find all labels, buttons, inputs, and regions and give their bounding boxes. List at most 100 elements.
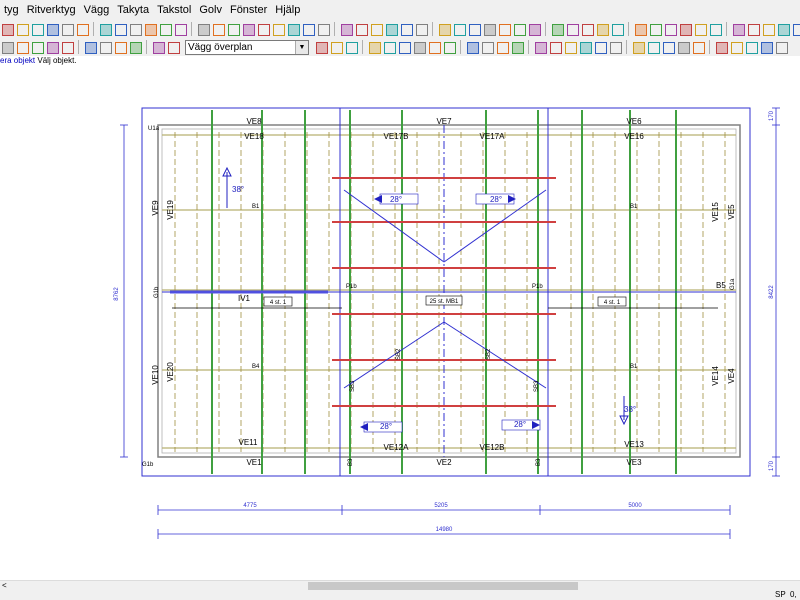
toolbar-button-148[interactable] [774,40,788,54]
toolbar-button-110[interactable] [166,40,180,54]
toolbar-button-128[interactable] [442,40,456,54]
toolbar-button-10[interactable] [158,22,172,36]
toolbar-button-44[interactable] [708,22,722,36]
toolbar-button-6[interactable] [98,22,112,36]
toolbar-button-137[interactable] [593,40,607,54]
menu-verktyg[interactable]: tyg [0,0,23,20]
toolbar-button-18[interactable] [286,22,300,36]
toolbar-button-41[interactable] [663,22,677,36]
toolbar-button-140[interactable] [646,40,660,54]
toolbar-button-132[interactable] [510,40,524,54]
toolbar-button-142[interactable] [676,40,690,54]
toolbar-button-134[interactable] [548,40,562,54]
toolbar-button-120[interactable] [314,40,328,54]
toolbar-button-131[interactable] [495,40,509,54]
menu-takstol[interactable]: Takstol [153,0,195,20]
toolbar-button-2[interactable] [30,22,44,36]
toolbar-button-48[interactable] [776,22,790,36]
toolbar-button-23[interactable] [369,22,383,36]
scroll-thumb[interactable] [308,582,578,590]
toolbar-button-40[interactable] [648,22,662,36]
toolbar-button-22[interactable] [354,22,368,36]
toolbar-button-100[interactable] [0,40,14,54]
toolbar-button-16[interactable] [256,22,270,36]
toolbar-button-49[interactable] [791,22,800,36]
toolbar-button-3[interactable] [45,22,59,36]
toolbar-button-127[interactable] [427,40,441,54]
drawing-canvas[interactable]: 4 st. 1 25 st. MB1 4 st. 1 VE8 VE7 VE6 V… [0,66,800,580]
toolbar-button-143[interactable] [691,40,705,54]
prompt-link[interactable]: era objekt [0,56,35,65]
toolbar-button-19[interactable] [301,22,315,36]
toolbar-button-139[interactable] [631,40,645,54]
menu-takyta[interactable]: Takyta [113,0,153,20]
toolbar-button-30[interactable] [482,22,496,36]
toolbar-button-102[interactable] [30,40,44,54]
toolbar-button-104[interactable] [60,40,74,54]
toolbar-button-39[interactable] [633,22,647,36]
toolbar-button-125[interactable] [397,40,411,54]
toolbar-button-136[interactable] [578,40,592,54]
toolbar-button-101[interactable] [15,40,29,54]
menu-hjalp[interactable]: Hjälp [271,0,304,20]
toolbar-button-5[interactable] [75,22,89,36]
toolbar-button-14[interactable] [226,22,240,36]
toolbar-button-8[interactable] [128,22,142,36]
toolbar-button-122[interactable] [344,40,358,54]
toolbar-button-46[interactable] [746,22,760,36]
toolbar-button-108[interactable] [128,40,142,54]
toolbar-button-147[interactable] [759,40,773,54]
chevron-down-icon[interactable]: ▼ [295,40,308,54]
toolbar-button-33[interactable] [527,22,541,36]
toolbar-button-145[interactable] [729,40,743,54]
toolbar-button-29[interactable] [467,22,481,36]
toolbar-button-126[interactable] [412,40,426,54]
toolbar-button-20[interactable] [316,22,330,36]
toolbar-button-34[interactable] [550,22,564,36]
toolbar-button-133[interactable] [533,40,547,54]
toolbar-button-32[interactable] [512,22,526,36]
toolbar-button-27[interactable] [437,22,451,36]
toolbar-button-106[interactable] [98,40,112,54]
toolbar-button-43[interactable] [693,22,707,36]
toolbar-button-12[interactable] [196,22,210,36]
toolbar-button-124[interactable] [382,40,396,54]
menu-vagg[interactable]: Vägg [80,0,114,20]
toolbar-button-1[interactable] [15,22,29,36]
toolbar-button-107[interactable] [113,40,127,54]
menu-fonster[interactable]: Fönster [226,0,271,20]
toolbar-button-47[interactable] [761,22,775,36]
toolbar-button-13[interactable] [211,22,225,36]
toolbar-button-36[interactable] [580,22,594,36]
toolbar-button-25[interactable] [399,22,413,36]
menu-golv[interactable]: Golv [195,0,226,20]
toolbar-button-105[interactable] [83,40,97,54]
toolbar-button-4[interactable] [60,22,74,36]
toolbar-button-24[interactable] [384,22,398,36]
toolbar-button-45[interactable] [731,22,745,36]
toolbar-button-11[interactable] [173,22,187,36]
toolbar-button-146[interactable] [744,40,758,54]
toolbar-button-7[interactable] [113,22,127,36]
toolbar-button-138[interactable] [608,40,622,54]
toolbar-button-141[interactable] [661,40,675,54]
toolbar-button-15[interactable] [241,22,255,36]
toolbar-button-129[interactable] [465,40,479,54]
toolbar-button-121[interactable] [329,40,343,54]
toolbar-button-37[interactable] [595,22,609,36]
menu-ritverktyg[interactable]: Ritverktyg [23,0,80,20]
toolbar-button-35[interactable] [565,22,579,36]
toolbar-button-0[interactable] [0,22,14,36]
toolbar-button-103[interactable] [45,40,59,54]
toolbar-button-21[interactable] [339,22,353,36]
toolbar-button-130[interactable] [480,40,494,54]
toolbar-button-144[interactable] [714,40,728,54]
toolbar-button-42[interactable] [678,22,692,36]
toolbar-button-17[interactable] [271,22,285,36]
toolbar-button-31[interactable] [497,22,511,36]
toolbar-button-123[interactable] [367,40,381,54]
toolbar-button-109[interactable] [151,40,165,54]
toolbar-button-28[interactable] [452,22,466,36]
toolbar-button-26[interactable] [414,22,428,36]
view-select[interactable]: Vägg överplan ▼ [185,39,309,55]
